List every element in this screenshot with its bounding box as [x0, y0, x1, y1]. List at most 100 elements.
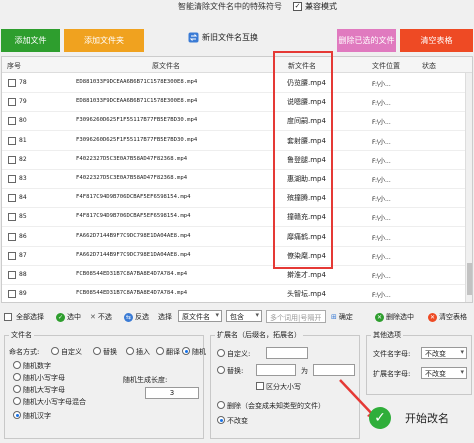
table-row[interactable]: 78 ED881033F9DCEAA6B6B71C1578E300E8.mp4 仍览…: [2, 74, 472, 93]
col-num[interactable]: 序号: [7, 61, 21, 71]
row-location: F:\小...: [372, 157, 391, 165]
start-rename-button[interactable]: ✓ 开始改名: [369, 402, 472, 434]
row-original-name: F4022327D5C3E0A7B58AD47F82368.mp4: [76, 175, 188, 181]
row-number: 88: [19, 271, 27, 278]
invert-icon: ⇆: [124, 312, 133, 322]
naming-insert-radio[interactable]: 插入: [126, 347, 150, 357]
random-lower-radio[interactable]: 随机小写字母: [13, 373, 65, 383]
deselect-button[interactable]: ✕ 不选: [90, 312, 112, 322]
row-number: 86: [19, 232, 27, 240]
ext-delete-radio[interactable]: 删除（会变成未知类型的文件）: [217, 401, 325, 411]
row-checkbox[interactable]: [8, 213, 16, 222]
invert-button[interactable]: ⇆ 反选: [124, 312, 149, 322]
table-row[interactable]: 82 F4022327D5C3E0A7B58AD47F82368.mp4 鲁登腿.m…: [2, 151, 472, 170]
add-file-button[interactable]: 添加文件: [1, 29, 60, 52]
row-new-name: 头智坛.mp4: [287, 290, 326, 299]
table-row[interactable]: 84 F4F817C94D9B706DCBAF5EF6598154.mp4 殡撞腾.…: [2, 189, 472, 209]
row-location: F:\小...: [372, 196, 391, 204]
col-loc[interactable]: 文件位置: [372, 61, 400, 71]
naming-custom-radio[interactable]: 自定义: [51, 347, 82, 357]
naming-translate-radio[interactable]: 翻译: [156, 347, 180, 357]
ext-unchanged-radio[interactable]: 不改变: [217, 416, 248, 426]
row-checkbox[interactable]: [8, 232, 16, 241]
random-mixed-radio[interactable]: 随机大小写字母混合: [13, 397, 86, 407]
gen-length-input[interactable]: 3: [145, 387, 199, 399]
row-original-name: ED881033F9DCEAA6B6B71C1578E300E8.mp4: [76, 98, 198, 105]
ext-to-label: 为: [301, 367, 308, 375]
swap-names-button[interactable]: 新旧文件名互换: [188, 32, 258, 43]
other-options-panel: 其他选项 文件名字母: 不改变 扩展名字母: 不改变: [366, 330, 472, 395]
ext-custom-input[interactable]: [266, 347, 308, 359]
table-row[interactable]: 87 FA662D7144B9F7C9DC798E1DA04AE8.mp4 僚染麾.…: [2, 247, 472, 266]
gen-length-label: 随机生成长度:: [123, 376, 168, 384]
row-checkbox[interactable]: [8, 271, 16, 279]
table-row[interactable]: 80 F3096260D625F1F55117B77FB5E7BD30.mp4 度间…: [2, 112, 472, 132]
row-location: F:\小...: [372, 81, 391, 88]
compat-mode-checkbox[interactable]: ✓: [293, 2, 302, 11]
row-original-name: ED881033F9DCEAA6B6B71C1578E300E8.mp4: [76, 79, 198, 85]
row-checkbox[interactable]: [8, 136, 16, 145]
delete-selected-button[interactable]: ✕ 删除选中: [375, 312, 414, 322]
table-row[interactable]: 81 F3096260D625F1F55117B77FB5E7BD30.mp4 套射…: [2, 132, 472, 151]
file-table: 序号 原文件名 新文件名 文件位置 状态 78 ED881033F9DCEAA6B…: [1, 56, 473, 303]
scrollbar-thumb[interactable]: [467, 263, 472, 295]
select-all-checkbox[interactable]: 全部选择: [4, 312, 44, 322]
row-location: F:\小...: [372, 292, 391, 300]
row-location: F:\小...: [372, 234, 391, 242]
confirm-icon: ⊞: [331, 313, 337, 321]
delete-icon: ✕: [375, 312, 384, 322]
ext-replace-from-input[interactable]: [256, 364, 296, 376]
ext-custom-radio[interactable]: 自定义:: [217, 349, 250, 359]
naming-replace-radio[interactable]: 替换: [93, 347, 117, 357]
table-row[interactable]: 88 FCB08544ED31B7C8A7BA8E4D7A784.mp4 擀淮才.m…: [2, 266, 472, 285]
ext-case-dropdown[interactable]: 不改变: [421, 367, 467, 379]
swap-names-label: 新旧文件名互换: [202, 33, 258, 42]
row-new-name: 套射腰.mp4: [287, 136, 326, 145]
table-row[interactable]: 86 FA662D7144B9F7C9DC798E1DA04AE8.mp4 靡痛鹤.…: [2, 228, 472, 247]
field-dropdown[interactable]: 原文件名: [178, 310, 222, 322]
table-header: 序号 原文件名 新文件名 文件位置 状态: [2, 57, 472, 73]
col-orig[interactable]: 原文件名: [152, 61, 180, 71]
filename-panel: 文件名 命名方式: 自定义 替换 插入 翻译 随机 随机数字 随机小写字母 随机…: [4, 330, 206, 439]
row-checkbox[interactable]: [8, 155, 16, 164]
random-upper-radio[interactable]: 随机大写字母: [13, 385, 65, 395]
row-checkbox[interactable]: [8, 98, 16, 107]
table-row[interactable]: 89 FCB08544ED31B7C8A7BA8E4D7A784.mp4 头智坛.m…: [2, 285, 472, 302]
confirm-button[interactable]: ⊞ 确定: [331, 312, 353, 322]
col-new[interactable]: 新文件名: [288, 61, 316, 71]
row-checkbox[interactable]: [8, 194, 16, 203]
delete-selected-files-button[interactable]: 删除已选的文件: [337, 29, 396, 52]
match-dropdown[interactable]: 包含: [226, 310, 262, 322]
row-checkbox[interactable]: [8, 251, 16, 260]
naming-label: 命名方式:: [9, 348, 40, 356]
col-status[interactable]: 状态: [422, 61, 436, 71]
row-checkbox[interactable]: [8, 290, 16, 299]
row-location: F:\小...: [372, 100, 391, 108]
select-button[interactable]: ✓ 选中: [56, 312, 81, 322]
clear-table-top-button[interactable]: 清空表格: [400, 29, 473, 52]
clear-icon: ✕: [428, 312, 437, 322]
row-number: 81: [19, 136, 27, 144]
add-folder-button[interactable]: 添加文件夹: [64, 29, 144, 52]
row-checkbox[interactable]: [8, 117, 16, 126]
row-new-name: 度间嗣.mp4: [287, 117, 326, 126]
table-row[interactable]: 79 ED881033F9DCEAA6B6B71C1578E300E8.mp4 说嗯…: [2, 93, 472, 113]
table-scrollbar[interactable]: [465, 73, 472, 302]
search-input[interactable]: 多个词用|号隔开: [266, 310, 326, 323]
selection-bar: 全部选择 ✓选中 ✕不选 ⇆反选 选择 原文件名 包含 多个词用|号隔开 ⊞确定…: [0, 309, 474, 325]
case-sensitive-checkbox[interactable]: 区分大小写: [256, 382, 301, 392]
filename-case-dropdown[interactable]: 不改变: [421, 347, 467, 359]
row-number: 85: [19, 213, 27, 221]
row-checkbox[interactable]: [8, 79, 16, 87]
random-digits-radio[interactable]: 随机数字: [13, 361, 51, 371]
table-row[interactable]: 83 F4022327D5C3E0A7B58AD47F82368.mp4 惠湖助.m…: [2, 170, 472, 189]
ext-replace-radio[interactable]: 替换:: [217, 366, 243, 376]
swap-icon: [188, 32, 199, 43]
clear-table-button[interactable]: ✕ 清空表格: [428, 312, 467, 322]
row-number: 79: [19, 98, 27, 106]
row-checkbox[interactable]: [8, 175, 16, 183]
ext-replace-to-input[interactable]: [313, 364, 355, 376]
naming-random-radio[interactable]: 随机: [182, 347, 206, 357]
random-chinese-radio[interactable]: 随机汉字: [13, 411, 51, 421]
table-row[interactable]: 85 F4F817C94D9B706DCBAF5EF6598154.mp4 撞赣充.…: [2, 208, 472, 228]
